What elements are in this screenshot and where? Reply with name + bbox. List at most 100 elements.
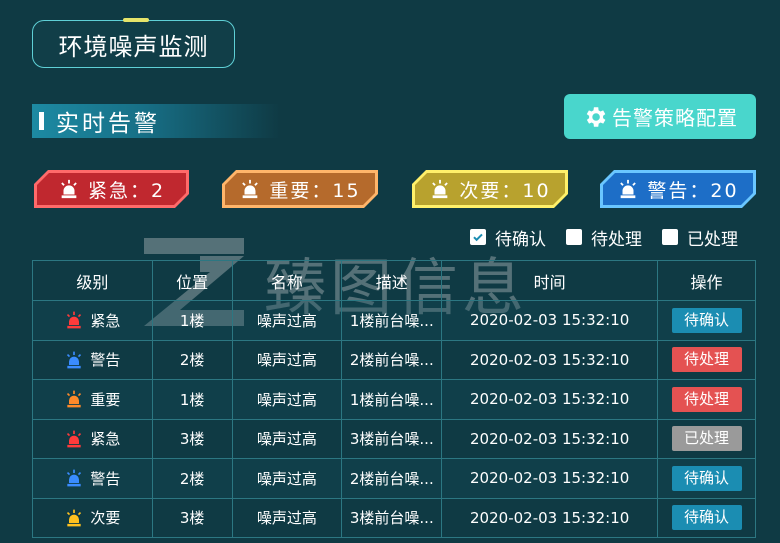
column-header-level: 级别 [32, 260, 153, 301]
level-label: 重要 [90, 390, 121, 409]
cell-level: 次要 [32, 497, 153, 538]
table-row: 紧急 1楼 噪声过高 1楼前台噪... 2020-02-03 15:32:10 待确认 [32, 300, 756, 341]
alarm-light-icon [620, 179, 637, 199]
table-row: 次要 3楼 噪声过高 3楼前台噪... 2020-02-03 15:32:10 待确认 [32, 497, 756, 538]
cell-position: 2楼 [151, 339, 233, 380]
description-text: 1楼前台噪... [349, 390, 434, 409]
column-header-position: 位置 [151, 260, 233, 301]
description-text: 2楼前台噪... [349, 469, 434, 488]
warning-count: 警告：20 [647, 179, 739, 202]
cell-name: 噪声过高 [231, 339, 343, 380]
table-row: 警告 2楼 噪声过高 2楼前台噪... 2020-02-03 15:32:10 待处理 [32, 339, 756, 380]
checkbox-handled[interactable] [662, 229, 678, 245]
cell-time: 2020-02-03 15:32:10 [441, 418, 659, 459]
filter-label: 已处理 [687, 229, 738, 250]
cell-operation: 待确认 [657, 300, 756, 341]
cell-name: 噪声过高 [231, 379, 343, 420]
operation-button[interactable]: 待确认 [671, 307, 742, 333]
cell-level: 重要 [32, 379, 153, 420]
operation-button[interactable]: 待确认 [671, 465, 742, 491]
warning-count-badge[interactable]: 警告：20 [600, 170, 756, 208]
cell-description: 3楼前台噪... [341, 418, 443, 459]
gear-icon [586, 106, 606, 127]
cell-operation: 待确认 [657, 458, 756, 499]
title-accent [123, 18, 149, 22]
level-label: 紧急 [90, 430, 121, 449]
table-row: 重要 1楼 噪声过高 1楼前台噪... 2020-02-03 15:32:10 待处理 [32, 379, 756, 420]
cell-description: 2楼前台噪... [341, 339, 443, 380]
section-header-bar [39, 112, 44, 130]
description-text: 1楼前台噪... [349, 311, 434, 330]
minor-count-badge[interactable]: 次要：10 [412, 170, 568, 208]
cell-time: 2020-02-03 15:32:10 [441, 300, 659, 341]
important-count-badge[interactable]: 重要：15 [222, 170, 378, 208]
level-label: 次要 [90, 509, 121, 528]
cell-description: 3楼前台噪... [341, 497, 443, 538]
column-header-time: 时间 [441, 260, 659, 301]
cell-level: 警告 [32, 339, 153, 380]
cell-position: 3楼 [151, 418, 233, 459]
operation-button[interactable]: 待处理 [671, 386, 742, 412]
table-header-row: 级别 位置 名称 描述 时间 操作 [32, 260, 756, 301]
cell-description: 1楼前台噪... [341, 379, 443, 420]
title-box: 环境噪声监测 [32, 18, 235, 68]
level-label: 紧急 [90, 311, 121, 330]
cell-position: 2楼 [151, 458, 233, 499]
cell-operation: 待确认 [657, 497, 756, 538]
checkbox-pending-handle[interactable] [566, 229, 582, 245]
operation-button[interactable]: 待确认 [671, 505, 742, 531]
alarm-light-icon [242, 179, 259, 199]
alarm-light-icon [67, 509, 82, 527]
alarm-light-icon [432, 179, 449, 199]
level-label: 警告 [90, 469, 121, 488]
alarm-strategy-config-label: 告警策略配置 [612, 106, 738, 130]
cell-time: 2020-02-03 15:32:10 [441, 458, 659, 499]
alarm-light-icon [67, 469, 82, 487]
alarm-light-icon [67, 390, 82, 408]
filter-pending-confirm[interactable]: 待确认 [470, 225, 546, 250]
level-label: 警告 [90, 351, 121, 370]
filter-label: 待处理 [591, 229, 642, 250]
alarm-table: 级别 位置 名称 描述 时间 操作 紧急 1楼 噪声过高 1楼前台噪... 2020-0… [32, 260, 756, 538]
cell-position: 3楼 [151, 497, 233, 538]
cell-name: 噪声过高 [231, 458, 343, 499]
cell-level: 紧急 [32, 418, 153, 459]
alarm-strategy-config-button[interactable]: 告警策略配置 [564, 94, 756, 139]
cell-name: 噪声过高 [231, 300, 343, 341]
page-title: 环境噪声监测 [58, 32, 209, 61]
checkbox-pending-confirm[interactable] [470, 229, 486, 245]
urgent-count: 紧急：2 [87, 179, 166, 202]
filter-pending-handle[interactable]: 待处理 [566, 225, 642, 250]
alarm-light-icon [67, 351, 82, 369]
cell-position: 1楼 [151, 379, 233, 420]
operation-button[interactable]: 待处理 [671, 347, 742, 373]
section-title: 实时告警 [56, 111, 160, 137]
operation-button[interactable]: 已处理 [671, 426, 742, 452]
important-count: 重要：15 [269, 179, 361, 202]
cell-time: 2020-02-03 15:32:10 [441, 339, 659, 380]
column-header-operation: 操作 [657, 260, 756, 301]
table-row: 紧急 3楼 噪声过高 3楼前台噪... 2020-02-03 15:32:10 已处理 [32, 418, 756, 459]
checkmark-icon [473, 233, 483, 242]
filter-label: 待确认 [495, 229, 546, 250]
cell-description: 1楼前台噪... [341, 300, 443, 341]
cell-time: 2020-02-03 15:32:10 [441, 379, 659, 420]
cell-description: 2楼前台噪... [341, 458, 443, 499]
column-header-description: 描述 [341, 260, 443, 301]
filter-handled[interactable]: 已处理 [662, 225, 738, 250]
description-text: 3楼前台噪... [349, 430, 434, 449]
description-text: 2楼前台噪... [349, 351, 434, 370]
cell-name: 噪声过高 [231, 497, 343, 538]
description-text: 3楼前台噪... [349, 509, 434, 528]
alarm-light-icon [61, 179, 77, 199]
section-header: 实时告警 [32, 104, 280, 138]
alarm-light-icon [67, 311, 82, 329]
urgent-count-badge[interactable]: 紧急：2 [34, 170, 189, 208]
cell-level: 警告 [32, 458, 153, 499]
cell-name: 噪声过高 [231, 418, 343, 459]
alarm-light-icon [67, 430, 82, 448]
cell-position: 1楼 [151, 300, 233, 341]
table-row: 警告 2楼 噪声过高 2楼前台噪... 2020-02-03 15:32:10 待确认 [32, 458, 756, 499]
cell-time: 2020-02-03 15:32:10 [441, 497, 659, 538]
minor-count: 次要：10 [459, 179, 551, 202]
